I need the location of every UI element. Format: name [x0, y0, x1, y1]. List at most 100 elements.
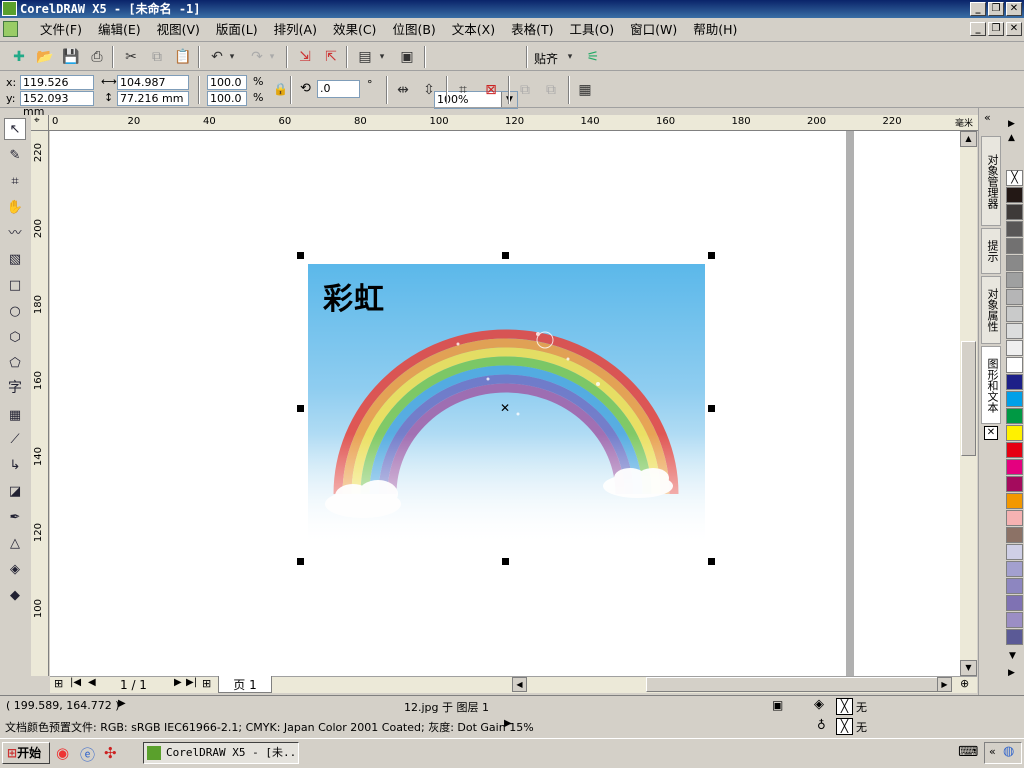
handle-top-left[interactable]	[297, 252, 304, 259]
chrome-icon[interactable]: ◉	[56, 744, 69, 762]
freehand-tool-icon[interactable]: 〰	[4, 223, 26, 245]
vertical-scroll-thumb[interactable]	[961, 341, 976, 456]
lock-ratio-icon[interactable]: 🔒	[273, 82, 288, 96]
redo-icon[interactable]: ↷	[246, 46, 268, 68]
color-swatch[interactable]	[1006, 391, 1023, 407]
ruler-origin[interactable]: ⌖	[31, 115, 49, 131]
menu-item-8[interactable]: 表格(T)	[503, 21, 561, 39]
no-color-swatch[interactable]: ╳	[1006, 170, 1023, 186]
application-launcher-icon[interactable]: ▤	[354, 46, 376, 68]
menu-item-4[interactable]: 排列(A)	[266, 21, 325, 39]
interactive-fill-tool-icon[interactable]: ◆	[4, 585, 26, 607]
color-swatch[interactable]	[1006, 204, 1023, 220]
x-position-input[interactable]: 119.526 mm	[20, 75, 94, 102]
color-swatch[interactable]	[1006, 629, 1023, 645]
color-swatch[interactable]	[1006, 459, 1023, 475]
taskbar-coreldraw-button[interactable]: CorelDRAW X5 - [未...	[143, 742, 299, 764]
snap-label[interactable]: 贴齐	[534, 50, 558, 67]
keyboard-icon[interactable]: ⌨	[958, 744, 978, 760]
drawing-canvas[interactable]: 彩虹 ✕	[50, 131, 960, 676]
blend-tool-icon[interactable]: ◪	[4, 481, 26, 503]
doc-restore-button[interactable]: ❐	[988, 22, 1004, 36]
menu-item-9[interactable]: 工具(O)	[562, 21, 623, 39]
doc-close-button[interactable]: ✕	[1006, 22, 1022, 36]
vertical-ruler[interactable]: 220 200 180 160 140 120 100	[31, 131, 49, 676]
height-input[interactable]: 77.216 mm	[117, 91, 189, 106]
width-input[interactable]: 104.987 mm	[117, 75, 189, 102]
scale-height-input[interactable]: 100.0	[207, 91, 247, 106]
color-swatch[interactable]	[1006, 510, 1023, 526]
ellipse-tool-icon[interactable]: ○	[4, 301, 26, 323]
minimize-button[interactable]: _	[970, 2, 986, 16]
color-swatch[interactable]	[1006, 442, 1023, 458]
text-tool-icon[interactable]: 字	[4, 377, 26, 399]
add-page-before-icon[interactable]: ⊞	[54, 677, 63, 690]
color-swatch[interactable]	[1006, 595, 1023, 611]
color-swatch[interactable]	[1006, 272, 1023, 288]
docker-tab-object-manager[interactable]: 对象管理器	[981, 136, 1001, 226]
open-icon[interactable]: 📂	[34, 46, 56, 68]
doc-minimize-button[interactable]: _	[970, 22, 986, 36]
handle-top-middle[interactable]	[502, 252, 509, 259]
zoom-navigator-icon[interactable]: ⊕	[960, 677, 969, 690]
color-swatch[interactable]	[1006, 306, 1023, 322]
color-swatch[interactable]	[1006, 561, 1023, 577]
add-page-after-icon[interactable]: ⊞	[202, 677, 211, 690]
color-swatch[interactable]	[1006, 289, 1023, 305]
copy-icon[interactable]: ⧉	[146, 46, 168, 68]
print-icon[interactable]: ⎙	[86, 46, 108, 68]
crop-bitmap-icon[interactable]: ⌗	[452, 79, 474, 101]
close-button[interactable]: ✕	[1006, 2, 1022, 16]
y-position-input[interactable]: 152.093 mm	[20, 91, 94, 118]
redo-dropdown-icon[interactable]: ▾	[266, 46, 278, 68]
new-document-icon[interactable]: ✚	[8, 46, 30, 68]
handle-bottom-right[interactable]	[708, 558, 715, 565]
pick-tool-icon[interactable]: ↖	[4, 118, 26, 140]
bitmap-color-mask-icon[interactable]: ⊠	[480, 79, 502, 101]
first-page-icon[interactable]: |◀	[70, 677, 81, 688]
status-expand-icon[interactable]: ▶	[118, 698, 126, 709]
palette-scroll-up-icon[interactable]: ▶	[1008, 119, 1015, 129]
snap-dropdown-icon[interactable]: ▾	[564, 46, 576, 68]
options-icon[interactable]: ⚟	[582, 46, 604, 68]
undo-icon[interactable]: ↶	[206, 46, 228, 68]
menu-item-7[interactable]: 文本(X)	[444, 21, 503, 39]
crop-tool-icon[interactable]: ⌗	[4, 171, 26, 193]
handle-middle-left[interactable]	[297, 405, 304, 412]
color-swatch[interactable]	[1006, 340, 1023, 356]
color-swatch[interactable]	[1006, 612, 1023, 628]
mirror-vertical-icon[interactable]: ⇳	[418, 79, 440, 101]
fill-tool-icon[interactable]: ◈	[4, 559, 26, 581]
shape-tool-icon[interactable]: ✎	[4, 145, 26, 167]
tray-app-icon[interactable]: ◍	[1003, 744, 1014, 759]
export-icon[interactable]: ⇱	[320, 46, 342, 68]
undo-dropdown-icon[interactable]: ▾	[226, 46, 238, 68]
paste-icon[interactable]: 📋	[172, 46, 194, 68]
docker-close-icon[interactable]: ✕	[984, 426, 998, 440]
rectangle-tool-icon[interactable]: □	[4, 275, 26, 297]
import-icon[interactable]: ⇲	[294, 46, 316, 68]
handle-bottom-middle[interactable]	[502, 558, 509, 565]
menu-item-1[interactable]: 编辑(E)	[90, 21, 149, 39]
previous-page-icon[interactable]: ◀	[88, 677, 96, 688]
welcome-screen-icon[interactable]: ▣	[396, 46, 418, 68]
menu-item-6[interactable]: 位图(B)	[384, 21, 443, 39]
palette-expand-icon[interactable]: ▶	[1008, 668, 1015, 678]
edit-bitmap-icon[interactable]: ⧉	[514, 79, 536, 101]
profile-expand-icon[interactable]: ▶	[504, 718, 512, 729]
mirror-horizontal-icon[interactable]: ⇹	[392, 79, 414, 101]
menu-item-5[interactable]: 效果(C)	[325, 21, 384, 39]
menu-item-0[interactable]: 文件(F)	[32, 21, 90, 39]
dimension-tool-icon[interactable]: ⟋	[4, 429, 26, 451]
color-swatch[interactable]	[1006, 527, 1023, 543]
document-icon[interactable]	[3, 21, 18, 37]
start-button[interactable]: ⊞开始	[2, 742, 50, 764]
color-swatch[interactable]	[1006, 425, 1023, 441]
basic-shapes-tool-icon[interactable]: ⬠	[4, 353, 26, 375]
wrap-text-icon[interactable]: ▦	[574, 79, 596, 101]
color-swatch[interactable]	[1006, 408, 1023, 424]
palette-scroll-up-icon-2[interactable]: ▲	[1008, 133, 1015, 143]
vertical-scrollbar[interactable]: ▲ ▼	[960, 131, 977, 676]
eyedropper-tool-icon[interactable]: ✒	[4, 507, 26, 529]
fill-none-swatch[interactable]: ╳	[836, 698, 853, 715]
